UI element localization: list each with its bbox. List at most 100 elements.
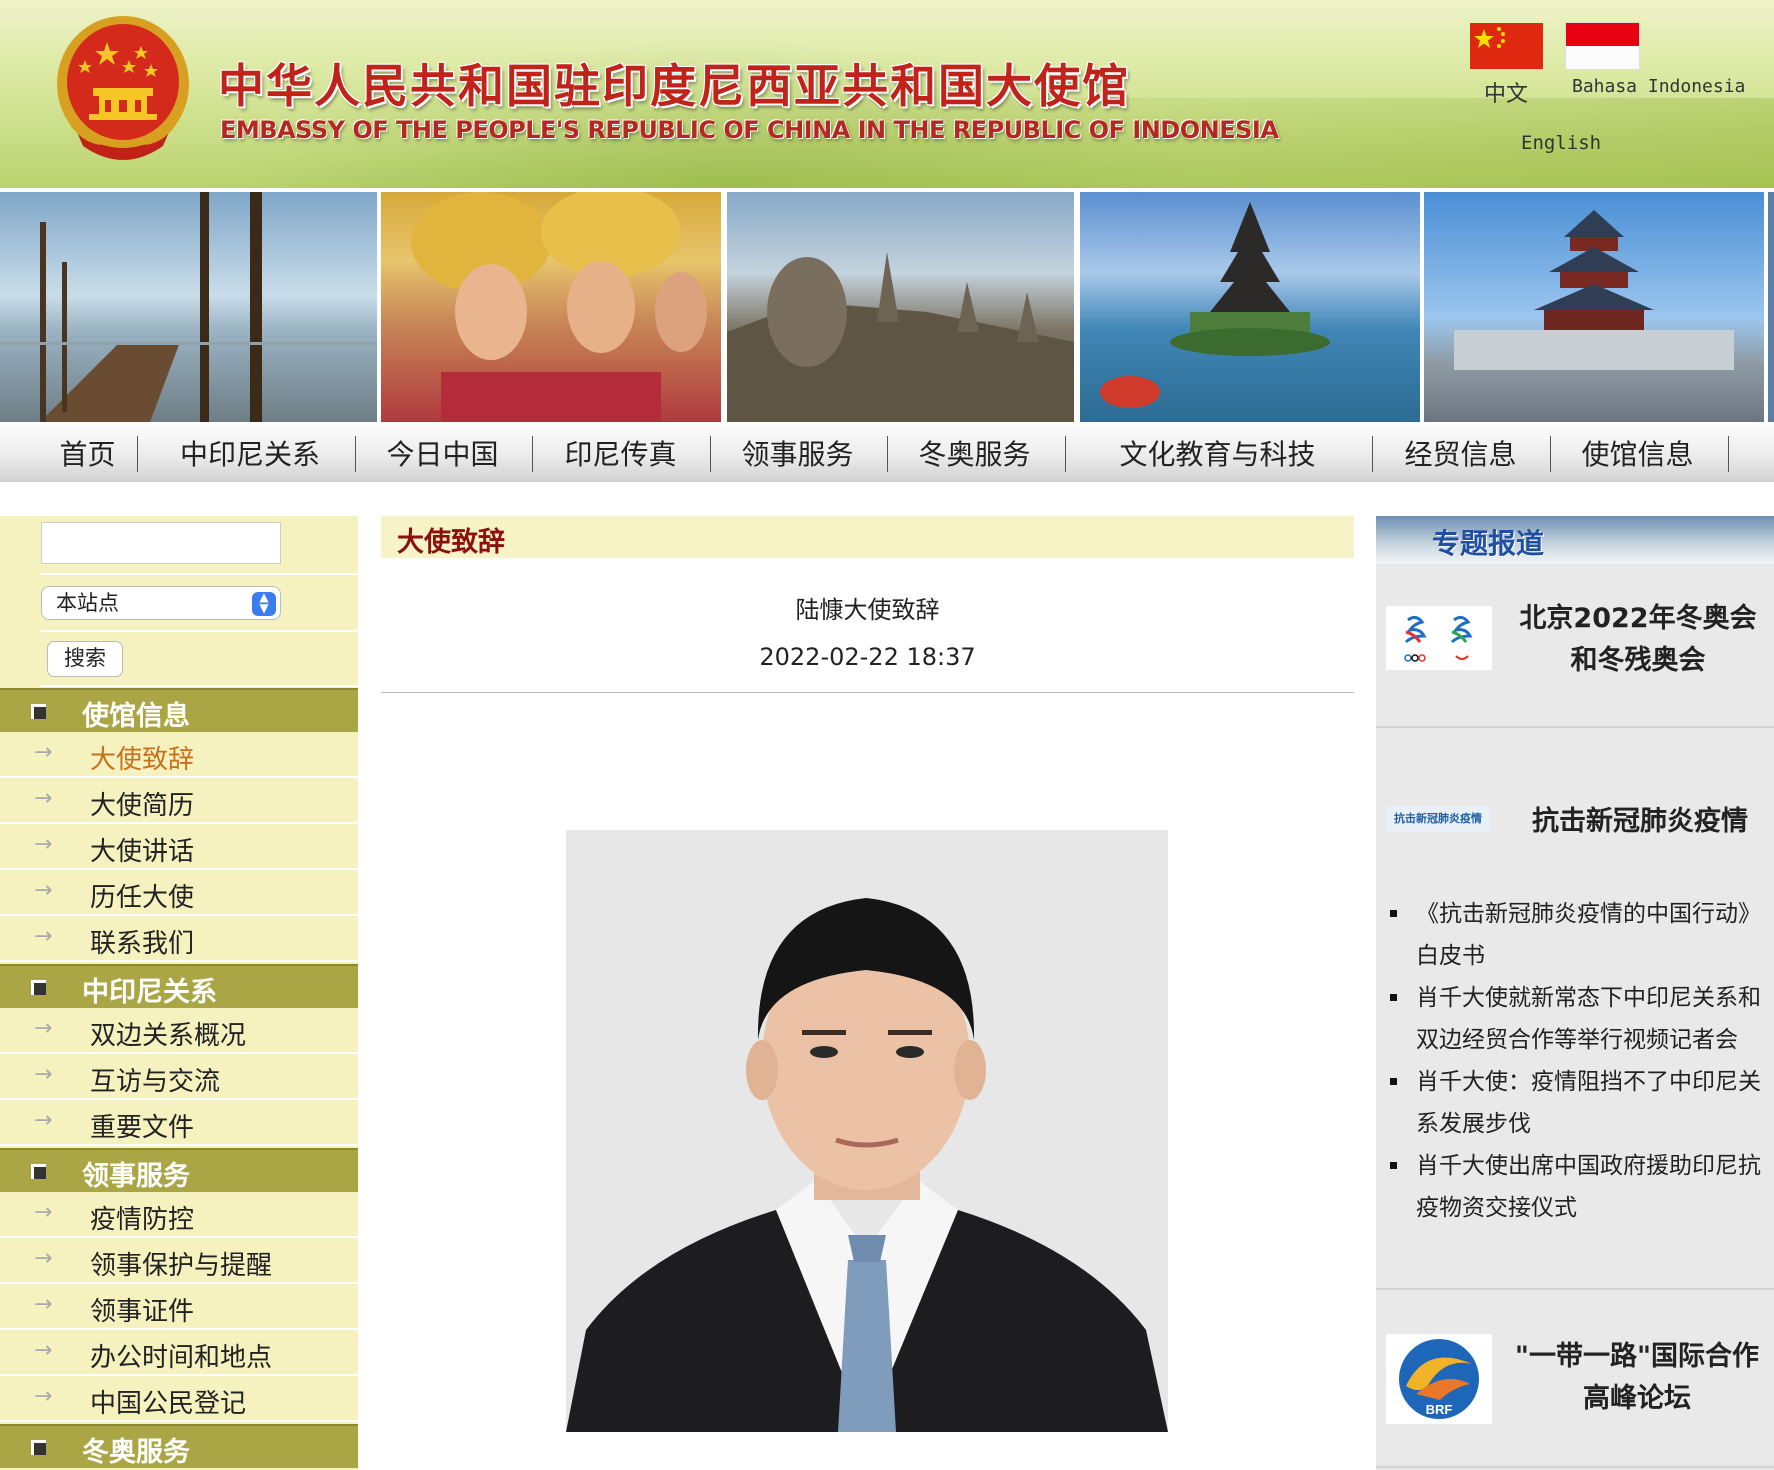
nav-winter-olympics-services[interactable]: 冬奥服务: [902, 424, 1047, 482]
sidebar-item-epidemic-control[interactable]: → 疫情防控: [0, 1192, 358, 1238]
news-item-text: 肖千大使出席中国政府援助印尼抗疫物资交接仪式: [1416, 1153, 1761, 1221]
banner-photo-borobudur: [727, 192, 1074, 422]
nav-culture-education-technology[interactable]: 文化教育与科技: [1090, 424, 1345, 482]
national-emblem-icon[interactable]: [55, 14, 191, 168]
sidebar-divider: [40, 630, 358, 632]
banner-photo-bali-temple: [1080, 192, 1420, 422]
sidebar-item-label: 联系我们: [90, 929, 195, 959]
sidebar-item-citizen-registration[interactable]: → 中国公民登记: [0, 1376, 358, 1422]
sidebar-section-embassy-info[interactable]: 使馆信息: [0, 688, 358, 732]
search-input[interactable]: [41, 522, 281, 564]
sidebar-section-winter-olympics[interactable]: 冬奥服务: [0, 1424, 358, 1468]
card-divider: [1376, 1466, 1774, 1468]
article-title[interactable]: 陆慷大使致辞: [381, 590, 1354, 625]
indonesia-flag-icon[interactable]: [1566, 23, 1639, 69]
arrow-right-icon: →: [34, 740, 53, 765]
banner-photo-balinese-dancers: [381, 192, 721, 422]
sidebar-item-visits-exchanges[interactable]: → 互访与交流: [0, 1054, 358, 1100]
sidebar-item-label: 重要文件: [90, 1113, 195, 1143]
beijing-2022-card-title[interactable]: 北京2022年冬奥会 和冬残奥会: [1506, 598, 1770, 682]
sidebar-section-title: 中印尼关系: [82, 977, 217, 1008]
beijing-2022-logo-icon[interactable]: [1386, 606, 1492, 670]
search-scope-select[interactable]: 本站点 ▲ ▼: [41, 586, 281, 620]
news-item[interactable]: 肖千大使出席中国政府援助印尼抗疫物资交接仪式: [1390, 1145, 1770, 1229]
arrow-right-icon: →: [34, 924, 53, 949]
sidebar-item-former-ambassadors[interactable]: → 历任大使: [0, 870, 358, 916]
arrow-right-icon: →: [34, 1384, 53, 1409]
nav-divider: [137, 436, 138, 472]
nav-economy-trade[interactable]: 经贸信息: [1388, 424, 1533, 482]
sidebar-item-label: 办公时间和地点: [90, 1343, 273, 1373]
content-section-title: 大使致辞: [397, 527, 505, 558]
sidebar-item-contact-us[interactable]: → 联系我们: [0, 916, 358, 962]
nav-divider: [1065, 436, 1066, 472]
sidebar-item-label: 大使致辞: [90, 745, 195, 775]
arrow-right-icon: →: [34, 1338, 53, 1363]
nav-china-indonesia-relations[interactable]: 中印尼关系: [160, 424, 340, 482]
brf-logo-icon[interactable]: BRF: [1386, 1334, 1492, 1424]
sidebar-item-bilateral-overview[interactable]: → 双边关系概况: [0, 1008, 358, 1054]
sidebar-item-label: 领事保护与提醒: [90, 1251, 273, 1281]
sidebar-divider: [40, 685, 358, 687]
nav-divider: [887, 436, 888, 472]
sidebar-section-title: 使馆信息: [82, 701, 190, 732]
news-item[interactable]: 肖千大使就新常态下中印尼关系和双边经贸合作等举行视频记者会: [1390, 977, 1770, 1061]
photo-banner: [0, 192, 1774, 422]
covid-card-title[interactable]: 抗击新冠肺炎疫情: [1510, 799, 1770, 838]
banner-photo-pier: [0, 192, 377, 422]
bullet-icon: [1390, 910, 1397, 917]
sidebar-section-relations[interactable]: 中印尼关系: [0, 964, 358, 1008]
arrow-right-icon: →: [34, 1016, 53, 1041]
nav-indonesia-news[interactable]: 印尼传真: [548, 424, 693, 482]
search-button[interactable]: 搜索: [47, 641, 123, 677]
sidebar-section-title: 领事服务: [82, 1161, 190, 1192]
sidebar-item-consular-documents[interactable]: → 领事证件: [0, 1284, 358, 1330]
sidebar-item-office-hours[interactable]: → 办公时间和地点: [0, 1330, 358, 1376]
sidebar-item-ambassador-speeches[interactable]: → 大使讲话: [0, 824, 358, 870]
sidebar-item-consular-protection[interactable]: → 领事保护与提醒: [0, 1238, 358, 1284]
section-square-icon: [31, 1440, 46, 1455]
nav-divider: [532, 436, 533, 472]
nav-divider: [1550, 436, 1551, 472]
card-title-line: 和冬残奥会: [1570, 645, 1706, 676]
banner-photo-edge: [1768, 192, 1774, 422]
arrow-right-icon: →: [34, 1246, 53, 1271]
nav-divider: [1372, 436, 1373, 472]
sidebar-section-consular[interactable]: 领事服务: [0, 1148, 358, 1192]
content-section-header: 大使致辞: [381, 516, 1354, 558]
section-square-icon: [31, 980, 46, 995]
sidebar-item-ambassador-resume[interactable]: → 大使简历: [0, 778, 358, 824]
bullet-icon: [1390, 1162, 1397, 1169]
sidebar-item-label: 双边关系概况: [90, 1021, 247, 1051]
banner-photo-temple-of-heaven: [1424, 192, 1764, 422]
site-title-chinese: 中华人民共和国驻印度尼西亚共和国大使馆: [218, 59, 1130, 113]
news-item[interactable]: 《抗击新冠肺炎疫情的中国行动》白皮书: [1390, 893, 1770, 977]
nav-china-today[interactable]: 今日中国: [370, 424, 515, 482]
sidebar-item-important-documents[interactable]: → 重要文件: [0, 1100, 358, 1146]
bullet-icon: [1390, 994, 1397, 1001]
nav-embassy-info[interactable]: 使馆信息: [1565, 424, 1710, 482]
arrow-right-icon: →: [34, 1200, 53, 1225]
nav-consular-services[interactable]: 领事服务: [725, 424, 870, 482]
site-header: 中华人民共和国驻印度尼西亚共和国大使馆 EMBASSY OF THE PEOPL…: [0, 0, 1774, 188]
site-title-english: EMBASSY OF THE PEOPLE'S REPUBLIC OF CHIN…: [220, 116, 1279, 144]
nav-divider: [355, 436, 356, 472]
nav-home[interactable]: 首页: [40, 424, 135, 482]
news-item-text: 《抗击新冠肺炎疫情的中国行动》白皮书: [1416, 901, 1761, 969]
lang-english-link[interactable]: English: [1521, 132, 1601, 154]
lang-indonesian-link[interactable]: Bahasa Indonesia: [1572, 76, 1745, 97]
lang-chinese-link[interactable]: 中文: [1484, 76, 1528, 108]
news-item[interactable]: 肖千大使：疫情阻挡不了中印尼关系发展步伐: [1390, 1061, 1770, 1145]
covid-banner-icon[interactable]: 抗击新冠肺炎疫情: [1386, 806, 1490, 832]
china-flag-icon[interactable]: [1470, 23, 1543, 69]
nav-divider: [1728, 436, 1729, 472]
article-divider: [381, 692, 1354, 693]
covid-banner-text: 抗击新冠肺炎疫情: [1394, 812, 1482, 825]
card-title-line: "一带一路"国际合作: [1514, 1341, 1760, 1372]
belt-and-road-card-title[interactable]: "一带一路"国际合作 高峰论坛: [1500, 1336, 1774, 1420]
special-reports-header: 专题报道: [1376, 516, 1774, 564]
sidebar-item-ambassador-message[interactable]: → 大使致辞: [0, 732, 358, 778]
arrow-right-icon: →: [34, 1108, 53, 1133]
select-updown-icon: ▲ ▼: [252, 591, 276, 616]
sidebar-divider: [40, 573, 358, 575]
